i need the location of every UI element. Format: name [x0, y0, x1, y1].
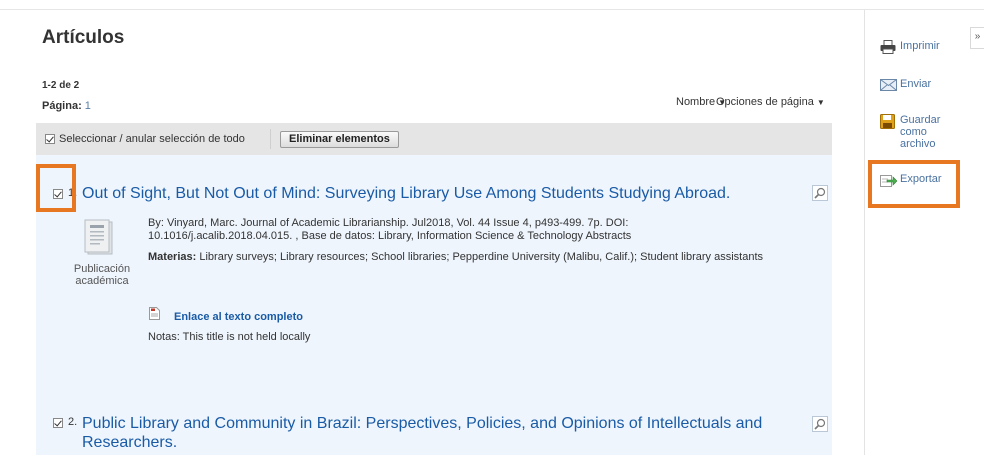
result-item: 1. Out of Sight, But Not Out of Mind: Su… [36, 155, 832, 410]
select-all-label[interactable]: Seleccionar / anular selección de todo [59, 133, 245, 145]
citation-text: By: Vinyard, Marc. Journal of Academic L… [148, 217, 632, 242]
export-highlight-box [868, 160, 960, 208]
email-label: Enviar [900, 78, 932, 90]
separator [270, 129, 271, 149]
delete-items-button[interactable]: Eliminar elementos [280, 131, 399, 148]
select-all-checkbox[interactable] [45, 134, 55, 144]
result-checkbox[interactable] [53, 418, 63, 428]
result-title-link[interactable]: Out of Sight, But Not Out of Mind: Surve… [82, 185, 730, 203]
page-number-link[interactable]: 1 [85, 100, 91, 112]
subjects: Materias: Library surveys; Library resou… [148, 251, 788, 264]
selection-bar: Seleccionar / anular selección de todo E… [36, 123, 832, 155]
results-panel: Artículos 1-2 de 2 Página: 1 Nombre ▼ Opc… [36, 10, 836, 455]
page-label: Página: [42, 100, 82, 112]
fulltext-link[interactable]: Enlace al texto completo [174, 311, 303, 323]
sidebar-divider [864, 10, 865, 455]
subjects-label: Materias: [148, 251, 197, 263]
caret-down-icon: ▼ [816, 98, 825, 107]
result-number: 2. [68, 416, 78, 428]
email-icon [880, 78, 897, 94]
notes-text: Notas: This title is not held locally [148, 331, 311, 343]
print-label: Imprimir [900, 40, 940, 52]
pagination: Página: 1 [42, 100, 91, 112]
page-title: Artículos [42, 27, 125, 48]
page: Artículos 1-2 de 2 Página: 1 Nombre ▼ Opc… [0, 0, 984, 455]
result-title-link[interactable]: Public Library and Community in Brazil: … [82, 414, 822, 452]
collapse-panel-button[interactable]: » [970, 27, 984, 49]
checkbox-highlight-box [36, 164, 76, 212]
sort-label: Nombre [676, 96, 716, 108]
preview-magnifier-icon[interactable] [812, 185, 828, 206]
printer-icon [880, 40, 896, 57]
page-options-dropdown[interactable]: Opciones de página ▼ [716, 96, 825, 108]
result-count: 1-2 de 2 [42, 80, 80, 91]
page-options-label: Opciones de página [716, 96, 814, 108]
fulltext-link-icon[interactable] [149, 307, 160, 320]
academic-journal-icon [82, 218, 118, 256]
preview-magnifier-icon[interactable] [812, 416, 828, 437]
publication-type-label: Publicación académica [73, 263, 131, 287]
tools-sidebar: Imprimir Enviar Guardar como archivo Exp… [866, 10, 984, 455]
save-label: Guardar como archivo [900, 114, 941, 150]
floppy-disk-icon [880, 114, 895, 132]
subjects-text: Library surveys; Library resources; Scho… [199, 251, 764, 263]
result-item: 2. Public Library and Community in Brazi… [36, 408, 832, 455]
